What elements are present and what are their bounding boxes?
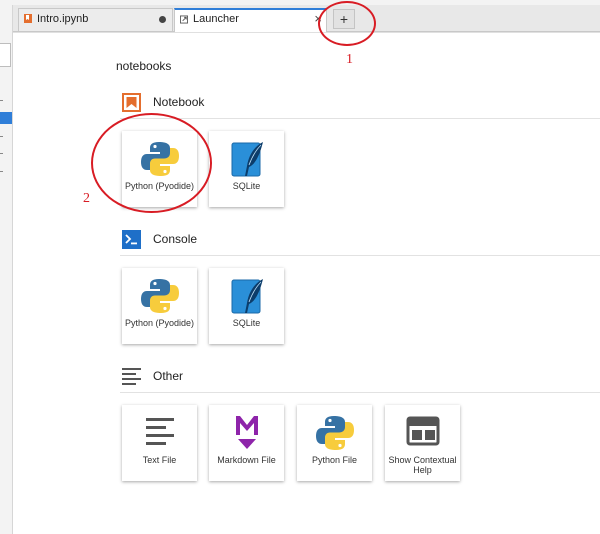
tab-label: Launcher (193, 13, 239, 25)
python-pyodide-console-card[interactable]: Python (Pyodide) (122, 268, 197, 344)
annotation-circle-add-tab (318, 1, 376, 46)
notebook-bookmark-icon (122, 93, 141, 112)
section-title: Notebook (153, 95, 205, 109)
launcher-title: notebooks (116, 59, 172, 73)
markdown-file-card[interactable]: Markdown File (209, 405, 284, 481)
card-label: Show Contextual Help (388, 455, 457, 475)
launcher-icon (180, 15, 188, 24)
sidebar-active-item[interactable] (0, 112, 12, 124)
text-file-card[interactable]: Text File (122, 405, 197, 481)
sidebar-marker (0, 136, 3, 137)
tab-intro-notebook[interactable]: Intro.ipynb (18, 8, 173, 31)
sqlite-feather-icon (231, 142, 263, 177)
section-title: Other (153, 369, 184, 383)
section-divider (120, 118, 600, 119)
other-lines-icon (122, 368, 141, 385)
tab-launcher[interactable]: Launcher × (174, 8, 327, 32)
console-prompt-icon (122, 230, 141, 249)
divider (13, 32, 600, 33)
section-title: Console (153, 232, 198, 246)
python-logo-icon (315, 416, 354, 450)
tab-label: Intro.ipynb (37, 13, 89, 25)
card-label: Markdown File (217, 455, 276, 465)
card-label: Python File (311, 455, 358, 465)
section-divider (120, 392, 600, 393)
sqlite-console-card[interactable]: SQLite (209, 268, 284, 344)
card-label: Python (Pyodide) (124, 318, 195, 328)
sqlite-feather-icon (231, 279, 263, 314)
sqlite-notebook-card[interactable]: SQLite (209, 131, 284, 207)
annotation-circle-python-card (91, 113, 212, 213)
notebook-icon (24, 14, 32, 23)
card-label: SQLite (232, 181, 261, 191)
annotation-number: 1 (346, 52, 353, 67)
contextual-help-icon (406, 416, 439, 446)
unsaved-dot-icon[interactable] (159, 16, 166, 23)
section-divider (120, 255, 600, 256)
sidebar-toggle[interactable] (0, 43, 11, 67)
annotation-number: 2 (83, 191, 90, 206)
sidebar-marker (0, 153, 3, 154)
left-sidebar[interactable] (0, 5, 13, 534)
markdown-icon (235, 416, 258, 449)
python-logo-icon (140, 279, 179, 313)
show-contextual-help-card[interactable]: Show Contextual Help (385, 405, 460, 481)
sidebar-marker (0, 100, 3, 101)
card-label: SQLite (232, 318, 261, 328)
text-file-icon (145, 418, 174, 445)
sidebar-marker (0, 171, 3, 172)
card-label: Text File (142, 455, 177, 465)
python-file-card[interactable]: Python File (297, 405, 372, 481)
tab-bar: Intro.ipynb Launcher × + (13, 5, 600, 32)
